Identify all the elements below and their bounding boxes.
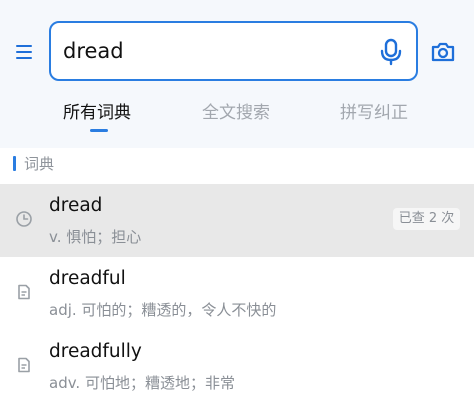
tab-all-dictionaries[interactable]: 所有词典 bbox=[63, 98, 131, 123]
active-tab-indicator bbox=[90, 129, 108, 132]
menu-icon-line bbox=[16, 51, 32, 53]
microphone-button[interactable] bbox=[379, 38, 403, 66]
tab-bar: 所有词典 全文搜索 拼写纠正 bbox=[0, 98, 474, 138]
tab-spell-correction[interactable]: 拼写纠正 bbox=[340, 98, 408, 123]
search-box[interactable] bbox=[49, 21, 418, 81]
menu-button[interactable] bbox=[14, 42, 36, 62]
result-definition: v. 惧怕；担心 bbox=[49, 228, 142, 246]
menu-icon-line bbox=[16, 45, 32, 47]
lookup-count-badge: 已查 2 次 bbox=[393, 208, 460, 230]
document-icon bbox=[18, 357, 30, 373]
search-input[interactable] bbox=[63, 35, 363, 67]
document-icon bbox=[18, 284, 30, 300]
result-definition: adj. 可怕的；糟透的，令人不快的 bbox=[49, 301, 277, 319]
result-item-dreadful[interactable]: dreadful adj. 可怕的；糟透的，令人不快的 bbox=[0, 257, 474, 330]
clock-icon bbox=[16, 211, 32, 227]
section-marker bbox=[13, 156, 16, 171]
camera-icon bbox=[431, 42, 455, 62]
tab-full-text-search[interactable]: 全文搜索 bbox=[202, 98, 270, 123]
result-word: dreadfully bbox=[49, 341, 142, 362]
result-item-dreadfully[interactable]: dreadfully adv. 可怕地；糟透地；非常 bbox=[0, 330, 474, 403]
section-title: 词典 bbox=[24, 155, 55, 173]
result-word: dreadful bbox=[49, 268, 126, 289]
menu-icon-line bbox=[16, 57, 32, 59]
section-header: 词典 bbox=[0, 148, 474, 184]
camera-button[interactable] bbox=[430, 40, 456, 64]
result-definition: adv. 可怕地；糟透地；非常 bbox=[49, 374, 235, 392]
header-area: 所有词典 全文搜索 拼写纠正 bbox=[0, 0, 474, 148]
microphone-icon bbox=[380, 38, 402, 66]
result-item-dread[interactable]: dread v. 惧怕；担心 已查 2 次 bbox=[0, 184, 474, 257]
result-word: dread bbox=[49, 195, 103, 216]
